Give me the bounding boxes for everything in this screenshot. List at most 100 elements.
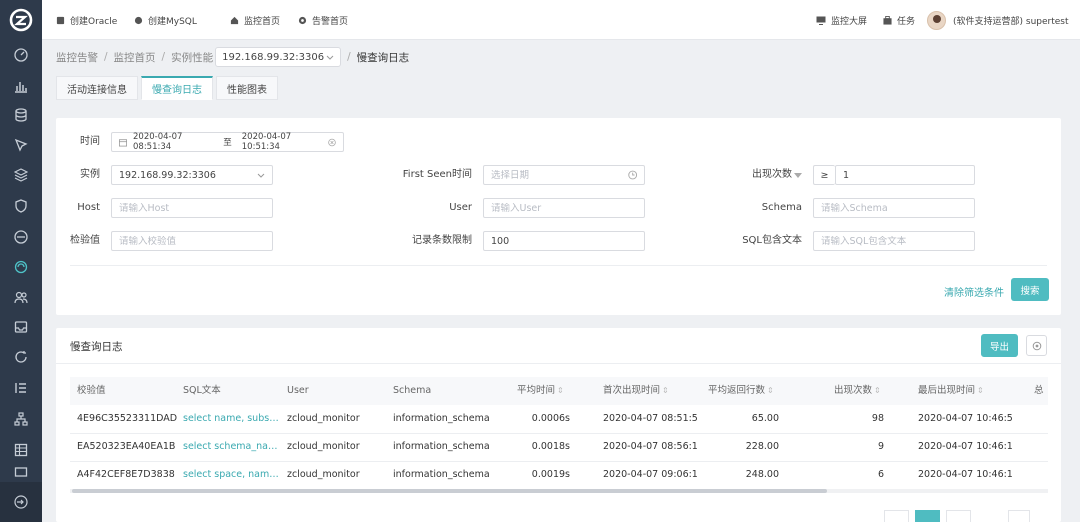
database-icon[interactable] [0, 100, 42, 130]
create-mysql-link[interactable]: 创建MySQL [134, 0, 197, 40]
count-operator[interactable]: ≥ [813, 165, 835, 185]
user-input[interactable] [491, 202, 637, 214]
pagination-current[interactable] [915, 510, 940, 522]
tasks-label: 任务 [897, 16, 916, 27]
sidebar [0, 0, 42, 522]
cell-schema: information_schema [393, 413, 490, 424]
refresh-icon[interactable] [0, 342, 42, 372]
schema-label: Schema [761, 202, 802, 213]
count-label-group[interactable]: 出现次数 [736, 165, 802, 185]
alert-icon [298, 16, 307, 24]
user-field[interactable] [483, 198, 645, 218]
user-name: (软件支持运营部) supertest [953, 16, 1069, 27]
count-input[interactable]: 1 [835, 165, 975, 185]
time-end: 2020-04-07 10:51:34 [241, 132, 292, 152]
filter-panel: 时间 2020-04-07 08:51:34 至 2020-04-07 10:5… [56, 118, 1061, 315]
gear-icon [1032, 341, 1041, 350]
cell-sql-text[interactable]: select name, subsy... [183, 405, 281, 433]
instance-select[interactable]: 192.168.99.32:3306 [215, 47, 342, 67]
host-field[interactable] [111, 198, 273, 218]
cell-user: zcloud_monitor [287, 441, 360, 452]
sql-icon[interactable] [0, 222, 42, 252]
breadcrumb-monitor-home[interactable]: 监控首页 [114, 50, 156, 65]
sql-text-field[interactable] [813, 231, 975, 251]
checksum-input[interactable] [119, 235, 265, 247]
limit-value: 100 [491, 235, 510, 247]
create-oracle-link[interactable]: 创建Oracle [56, 0, 117, 40]
col-first-seen[interactable]: 首次出现时间 ⇕ [603, 377, 669, 405]
limit-field[interactable]: 100 [483, 231, 645, 251]
cell-checksum: EA520323EA40EA1B [77, 441, 176, 452]
more-icon[interactable] [0, 462, 42, 480]
time-label: 时间 [80, 136, 100, 147]
cell-last-seen: 2020-04-07 10:46:11 [918, 469, 1013, 480]
sql-text-input[interactable] [821, 235, 967, 247]
tab-slow-query-log[interactable]: 慢查询日志 [141, 76, 213, 100]
schema-input[interactable] [821, 202, 967, 214]
list-icon[interactable] [0, 373, 42, 403]
tab-bar: 活动连接信息 慢查询日志 性能图表 [56, 76, 278, 100]
instance-select-filter[interactable]: 192.168.99.32:3306 [111, 165, 273, 185]
clear-filters-link[interactable]: 清除筛选条件 [944, 284, 1004, 299]
host-input[interactable] [119, 202, 265, 214]
dashboard-icon[interactable] [0, 40, 42, 70]
chart-icon[interactable] [0, 71, 42, 101]
scrollbar-thumb[interactable] [72, 489, 827, 493]
cell-schema: information_schema [393, 469, 490, 480]
logo-icon[interactable] [0, 0, 42, 40]
tab-performance-charts[interactable]: 性能图表 [216, 76, 278, 100]
mysql-icon [134, 16, 143, 24]
user-menu[interactable]: (软件支持运营部) supertest [927, 0, 1069, 40]
grid-icon[interactable] [0, 435, 42, 465]
first-seen-picker[interactable] [483, 165, 645, 185]
cell-sql-text[interactable]: select schema_nam... [183, 433, 281, 461]
first-seen-input[interactable] [491, 169, 628, 181]
clear-icon[interactable] [328, 138, 336, 147]
screen-icon [816, 16, 826, 25]
pagination-next[interactable] [946, 510, 971, 522]
users-icon[interactable] [0, 282, 42, 312]
search-button[interactable]: 搜索 [1011, 278, 1049, 301]
layers-icon[interactable] [0, 160, 42, 190]
cell-user: zcloud_monitor [287, 469, 360, 480]
breadcrumb-monitor-alert[interactable]: 监控告警 [56, 50, 98, 65]
tab-active-connections[interactable]: 活动连接信息 [56, 76, 138, 100]
clock-icon [627, 170, 637, 180]
cell-sql-text[interactable]: select space, name,... [183, 461, 281, 489]
avatar [927, 10, 946, 30]
sql-text-label: SQL包含文本 [742, 235, 802, 246]
pen-icon[interactable] [0, 130, 42, 160]
chevron-down-icon [326, 55, 334, 60]
shield-icon[interactable] [0, 191, 42, 221]
col-first-seen-label: 首次出现时间 [603, 385, 661, 396]
col-last-seen[interactable]: 最后出现时间 ⇕ [918, 377, 984, 405]
logout-icon[interactable] [0, 482, 42, 522]
monitor-icon[interactable] [0, 252, 42, 282]
count-value: 1 [843, 169, 850, 181]
cell-last-seen: 2020-04-07 10:46:11 [918, 441, 1013, 452]
export-button[interactable]: 导出 [981, 334, 1018, 357]
schema-field[interactable] [813, 198, 975, 218]
col-avg-time[interactable]: 平均时间 ⇕ [517, 377, 564, 405]
cell-count: 6 [877, 469, 884, 480]
time-range-picker[interactable]: 2020-04-07 08:51:34 至 2020-04-07 10:51:3… [111, 132, 344, 152]
alert-home-link[interactable]: 告警首页 [298, 0, 348, 40]
time-start: 2020-04-07 08:51:34 [133, 132, 183, 152]
inbox-icon[interactable] [0, 312, 42, 342]
caret-down-icon [794, 172, 802, 178]
page-size-select[interactable] [1008, 510, 1030, 522]
big-screen-link[interactable]: 监控大屏 [816, 0, 867, 40]
monitor-home-link[interactable]: 监控首页 [230, 0, 280, 40]
big-screen-label: 监控大屏 [831, 16, 868, 27]
tasks-link[interactable]: 任务 [883, 0, 915, 40]
breadcrumb-instance-perf[interactable]: 实例性能 [171, 50, 213, 65]
cell-count: 9 [877, 441, 884, 452]
checksum-field[interactable] [111, 231, 273, 251]
pagination-prev[interactable] [884, 510, 909, 522]
tree-icon[interactable] [0, 404, 42, 434]
horizontal-scrollbar[interactable] [70, 489, 1048, 493]
col-avg-rows[interactable]: 平均返回行数 ⇕ [708, 377, 774, 405]
col-count[interactable]: 出现次数 ⇕ [834, 377, 881, 405]
settings-button[interactable] [1026, 335, 1047, 356]
sort-icon: ⇕ [977, 386, 984, 395]
